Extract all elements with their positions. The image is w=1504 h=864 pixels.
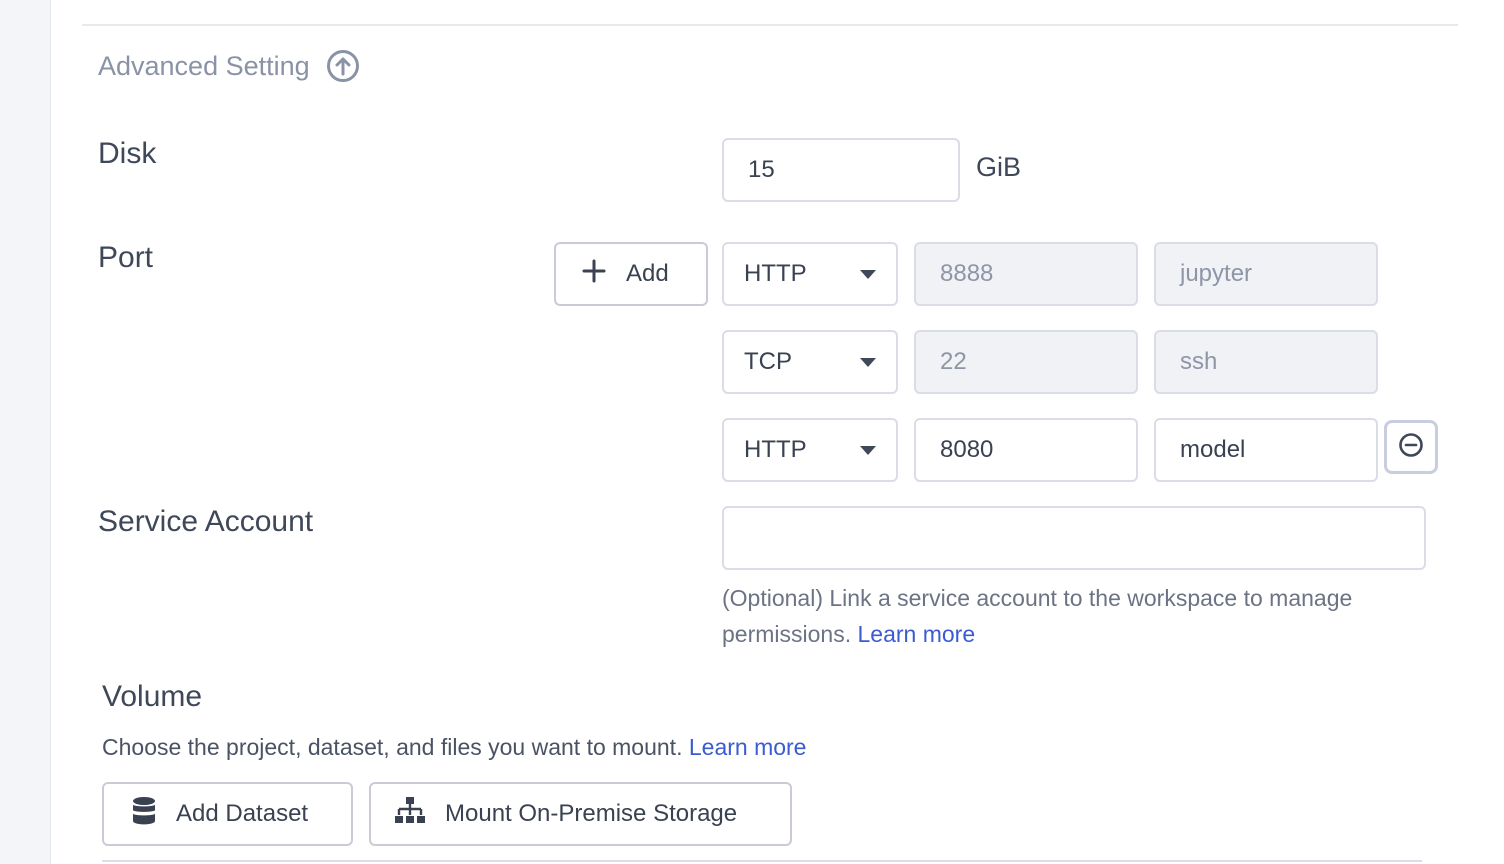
service-account-input[interactable] [722, 506, 1426, 570]
port-protocol-select[interactable]: HTTP [722, 242, 898, 306]
plus-icon [582, 259, 606, 290]
section-divider [82, 24, 1458, 26]
service-account-label: Service Account [98, 505, 314, 538]
port-protocol-select[interactable]: HTTP [722, 418, 898, 482]
add-dataset-label: Add Dataset [176, 800, 309, 827]
add-port-button[interactable]: Add [554, 242, 708, 306]
caret-down-icon [860, 358, 876, 367]
add-dataset-button[interactable]: Add Dataset [102, 782, 353, 846]
minus-circle-icon [1398, 432, 1424, 463]
mount-storage-label: Mount On-Premise Storage [445, 800, 738, 827]
advanced-setting-title: Advanced Setting [98, 50, 310, 81]
add-port-label: Add [626, 260, 669, 287]
service-account-learn-more-link[interactable]: Learn more [858, 621, 976, 647]
caret-down-icon [860, 446, 876, 455]
volume-description-text: Choose the project, dataset, and files y… [102, 734, 683, 760]
port-name-input[interactable]: model [1154, 418, 1378, 482]
volume-list-border [102, 860, 1422, 862]
port-protocol-value: TCP [744, 348, 792, 375]
port-name-input: ssh [1154, 330, 1378, 394]
volume-learn-more-link[interactable]: Learn more [689, 734, 807, 760]
port-protocol-value: HTTP [744, 260, 807, 287]
remove-port-button[interactable] [1384, 420, 1438, 474]
arrow-up-circle-icon[interactable] [326, 49, 360, 83]
disk-unit: GiB [976, 152, 1022, 182]
port-label: Port [98, 241, 154, 274]
caret-down-icon [860, 270, 876, 279]
port-protocol-select[interactable]: TCP [722, 330, 898, 394]
service-account-help-text: (Optional) Link a service account to the… [722, 585, 1353, 647]
mount-on-premise-storage-button[interactable]: Mount On-Premise Storage [369, 782, 792, 846]
disk-size-input[interactable]: 15 [722, 138, 960, 202]
port-number-input: 22 [914, 330, 1138, 394]
port-protocol-value: HTTP [744, 436, 807, 463]
port-number-input[interactable]: 8080 [914, 418, 1138, 482]
advanced-setting-header[interactable]: Advanced Setting [98, 48, 360, 84]
disk-label: Disk [98, 137, 157, 170]
volume-title: Volume [102, 680, 203, 713]
service-account-help: (Optional) Link a service account to the… [722, 580, 1442, 652]
port-name-input: jupyter [1154, 242, 1378, 306]
volume-description: Choose the project, dataset, and files y… [102, 734, 806, 761]
sitemap-icon [395, 796, 425, 833]
database-icon [132, 796, 156, 833]
port-number-input: 8888 [914, 242, 1138, 306]
